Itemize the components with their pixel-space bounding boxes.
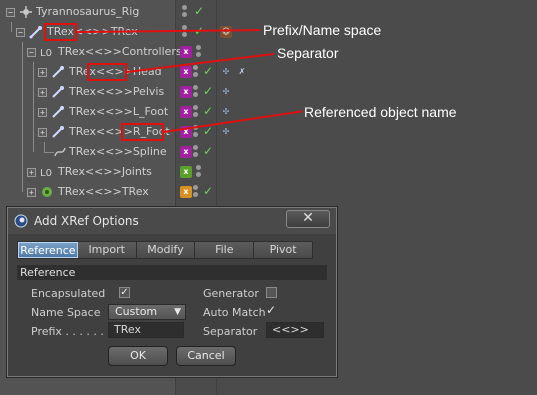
spline-icon [54,147,66,157]
bone-icon [52,106,64,118]
checkmark-icon[interactable]: ✓ [203,104,213,118]
character-tag-icon[interactable]: ☺ [220,26,232,38]
tab-reference[interactable]: Reference [18,242,78,258]
null-object-icon [20,6,32,18]
expand-icon[interactable]: + [38,68,47,77]
checkmark-icon[interactable]: ✓ [194,4,204,18]
automatch-checkbox[interactable]: ✓ [266,303,276,317]
visibility-dots-icon[interactable] [193,145,201,159]
dialog-tabs: Reference Import Modify File Pivot [17,241,313,259]
visibility-dots-icon[interactable] [196,165,204,179]
expand-icon[interactable]: + [27,168,36,177]
row-label: TRex<<>>Pelvis [69,85,165,98]
outliner-row[interactable]: − L0 TRex<<>>Controllers x [0,42,537,192]
add-xref-options-dialog: Add XRef Options ✕ Reference Import Modi… [7,207,337,377]
bone-icon [52,66,64,78]
bone-icon [52,86,64,98]
outliner-row[interactable]: − Tyrannosaurus_Rig ✓ [0,2,537,22]
row-label: TRex<<>>TRex [58,185,149,198]
namespace-dropdown[interactable]: Custom ▼ [108,304,186,320]
row-label: TRex<<>>Joints [58,165,152,178]
outliner-row[interactable]: + L0 TRex<<>>Joints x [0,162,537,182]
visibility-dots-icon[interactable] [193,85,201,99]
visibility-dots-icon[interactable] [193,65,201,79]
separator-highlight-box [87,63,127,81]
row-label: TRex<<>>Spline [69,145,167,158]
visibility-dots-icon[interactable] [182,5,190,19]
row-label: TRex<<>>Controllers [58,45,182,58]
expand-icon[interactable]: + [27,188,36,197]
outliner-row[interactable]: + TRex<<>>TRex x ✓ [0,182,537,202]
expand-icon[interactable]: + [38,128,47,137]
collapse-icon[interactable]: − [6,8,15,17]
null-object-icon: L0 [40,48,52,59]
ok-button[interactable]: OK [108,346,168,366]
expand-icon[interactable]: + [38,108,47,117]
texture-tag-icon[interactable]: x [180,186,192,198]
generator-label: Generator [203,287,259,300]
prefix-label: Prefix . . . . . . [31,325,104,338]
encapsulated-label: Encapsulated [31,287,106,300]
row-label: Tyrannosaurus_Rig [36,5,140,18]
ik-tag-icon[interactable]: ✣ [220,126,232,138]
tab-pivot[interactable]: Pivot [254,242,312,258]
xpresso-tag-icon[interactable]: x [180,86,192,98]
tab-file[interactable]: File [195,242,255,258]
collapse-icon[interactable]: − [16,28,25,37]
visibility-dots-icon[interactable] [193,185,201,199]
visibility-dots-icon[interactable] [193,105,201,119]
ik-goal-tag-icon[interactable]: ✗ [236,66,248,78]
visibility-dots-icon[interactable] [182,25,190,39]
xpresso-tag-icon[interactable]: x [180,146,192,158]
display-tag-icon[interactable]: x [180,166,192,178]
xpresso-tag-icon[interactable]: x [180,46,192,58]
outliner-row[interactable]: TRex<<>>Spline x ✓ [0,142,537,162]
referenced-name-highlight-box [121,123,164,141]
tab-modify[interactable]: Modify [136,242,196,258]
prefix-input[interactable]: TRex [108,322,184,338]
collapse-icon[interactable]: − [27,48,36,57]
svg-text:L0: L0 [40,48,52,59]
outliner-row[interactable]: + TRex<<>>Head x ✓ ✣ ✗ [0,62,537,152]
encapsulated-checkbox[interactable]: ✓ [119,287,130,298]
checkmark-icon[interactable]: ✓ [203,84,213,98]
section-header: Reference [17,265,327,280]
bone-icon [52,126,64,138]
chevron-down-icon: ▼ [174,307,181,317]
xpresso-tag-icon[interactable]: x [180,66,192,78]
xpresso-tag-icon[interactable]: x [180,106,192,118]
automatch-label: Auto Match [203,306,266,319]
checkmark-icon[interactable]: ✓ [203,64,213,78]
separator-label: Separator [203,325,258,338]
separator-annotation-label: Separator [277,45,339,61]
bone-icon [29,26,42,39]
dialog-title: Add XRef Options [34,214,139,228]
prefix-annotation-label: Prefix/Name space [263,22,382,38]
generator-checkbox[interactable] [266,287,277,298]
separator-input[interactable]: <<>> [266,322,324,338]
cancel-button[interactable]: Cancel [176,346,236,366]
dialog-title-bar[interactable]: Add XRef Options ✕ [8,208,336,234]
namespace-value: Custom [115,305,158,318]
cinema4d-logo-icon [14,214,28,228]
ik-tag-icon[interactable]: ✣ [220,86,232,98]
tab-import[interactable]: Import [77,242,137,258]
ik-tag-icon[interactable]: ✣ [220,106,232,118]
visibility-dots-icon[interactable] [196,45,204,59]
close-button[interactable]: ✕ [286,210,330,228]
row-label: TRex<<>>L_Foot [69,105,169,118]
checkmark-icon[interactable]: ✓ [203,144,213,158]
namespace-label: Name Space [31,306,101,319]
outliner-row[interactable]: + TRex<<>>Pelvis x ✓ ✣ [0,82,537,102]
null-object-icon: L0 [40,168,52,179]
outliner-panel: − Tyrannosaurus_Rig ✓ − TRex<<>>TRex ✓ ☺… [0,0,537,395]
expand-icon[interactable]: + [38,88,47,97]
outliner-row[interactable]: + TRex<<>>R_Foot x ✓ ✣ [0,122,537,142]
svg-text:L0: L0 [40,168,52,179]
ik-tag-icon[interactable]: ✣ [220,66,232,78]
referenced-annotation-label: Referenced object name [304,104,457,120]
checkmark-icon[interactable]: ✓ [203,184,213,198]
prefix-highlight-box [44,23,77,41]
polygon-object-icon [42,187,52,197]
